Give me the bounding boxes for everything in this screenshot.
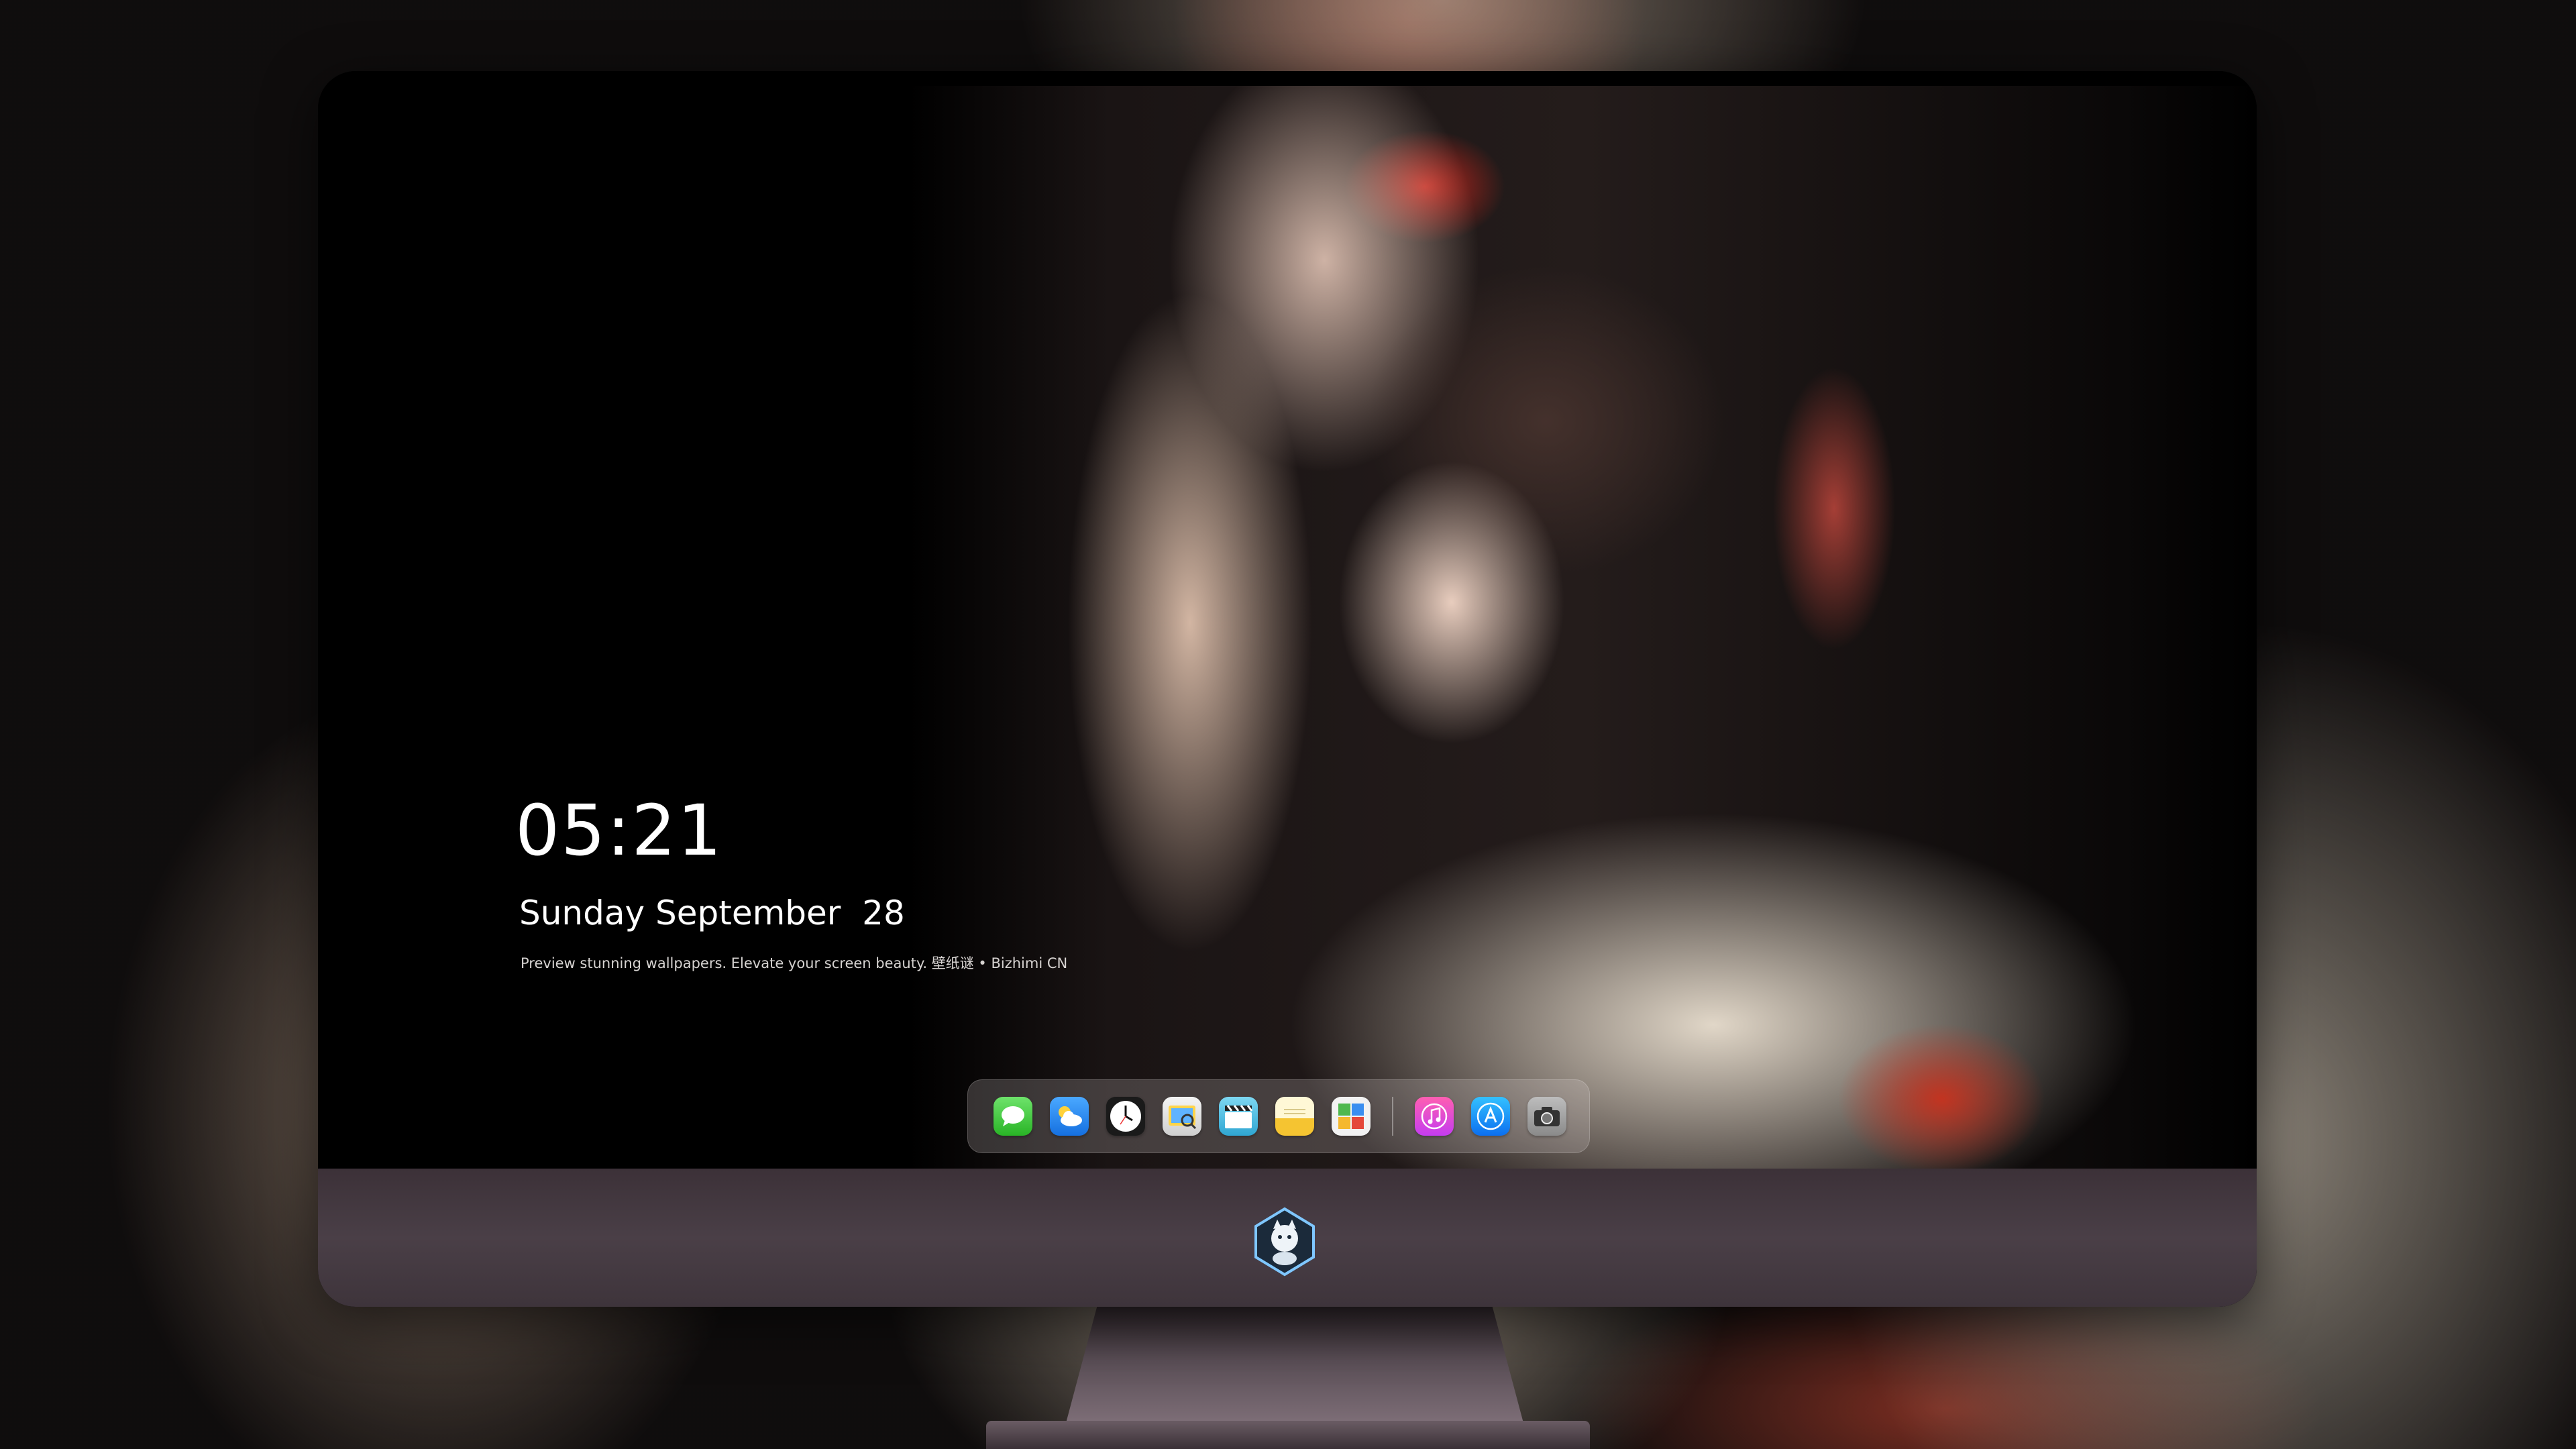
monitor-chin bbox=[318, 1169, 2257, 1307]
notepad-icon bbox=[1284, 1109, 1305, 1114]
music-note-icon bbox=[1421, 1103, 1448, 1130]
wallpaper-image bbox=[908, 86, 2257, 1169]
camera-body-icon bbox=[1534, 1107, 1560, 1126]
music-icon[interactable] bbox=[1415, 1097, 1454, 1136]
weather-icon[interactable] bbox=[1050, 1097, 1089, 1136]
collage-icon bbox=[1338, 1104, 1364, 1129]
lock-screen-time: 05:21 bbox=[515, 790, 723, 871]
clapper-icon bbox=[1225, 1105, 1253, 1128]
app-store-a-icon bbox=[1477, 1102, 1505, 1130]
lock-screen-date: Sunday September 28 bbox=[519, 894, 905, 932]
clock-face-icon bbox=[1110, 1101, 1141, 1132]
camera-icon[interactable] bbox=[1527, 1097, 1566, 1136]
monitor-stand-base bbox=[986, 1421, 1590, 1449]
messages-icon[interactable] bbox=[994, 1097, 1032, 1136]
lock-screen[interactable]: 05:21 Sunday September 28 Preview stunni… bbox=[318, 71, 2257, 1169]
clapperboard-icon[interactable] bbox=[1219, 1097, 1258, 1136]
preview-icon[interactable] bbox=[1163, 1097, 1201, 1136]
clock-icon[interactable] bbox=[1106, 1097, 1145, 1136]
photos-icon[interactable] bbox=[1332, 1097, 1371, 1136]
dock-separator bbox=[1392, 1097, 1393, 1136]
photo-stack-icon bbox=[1169, 1106, 1197, 1130]
speech-bubble-icon bbox=[1002, 1106, 1024, 1126]
lock-screen-tagline: Preview stunning wallpapers. Elevate you… bbox=[521, 955, 1068, 971]
sun-cloud-icon bbox=[1059, 1106, 1082, 1126]
notes-icon[interactable] bbox=[1275, 1097, 1314, 1136]
dock bbox=[967, 1079, 1590, 1153]
app-store-icon[interactable] bbox=[1471, 1097, 1510, 1136]
monitor: 05:21 Sunday September 28 Preview stunni… bbox=[318, 71, 2257, 1307]
mascot-logo-icon bbox=[1254, 1207, 1315, 1277]
